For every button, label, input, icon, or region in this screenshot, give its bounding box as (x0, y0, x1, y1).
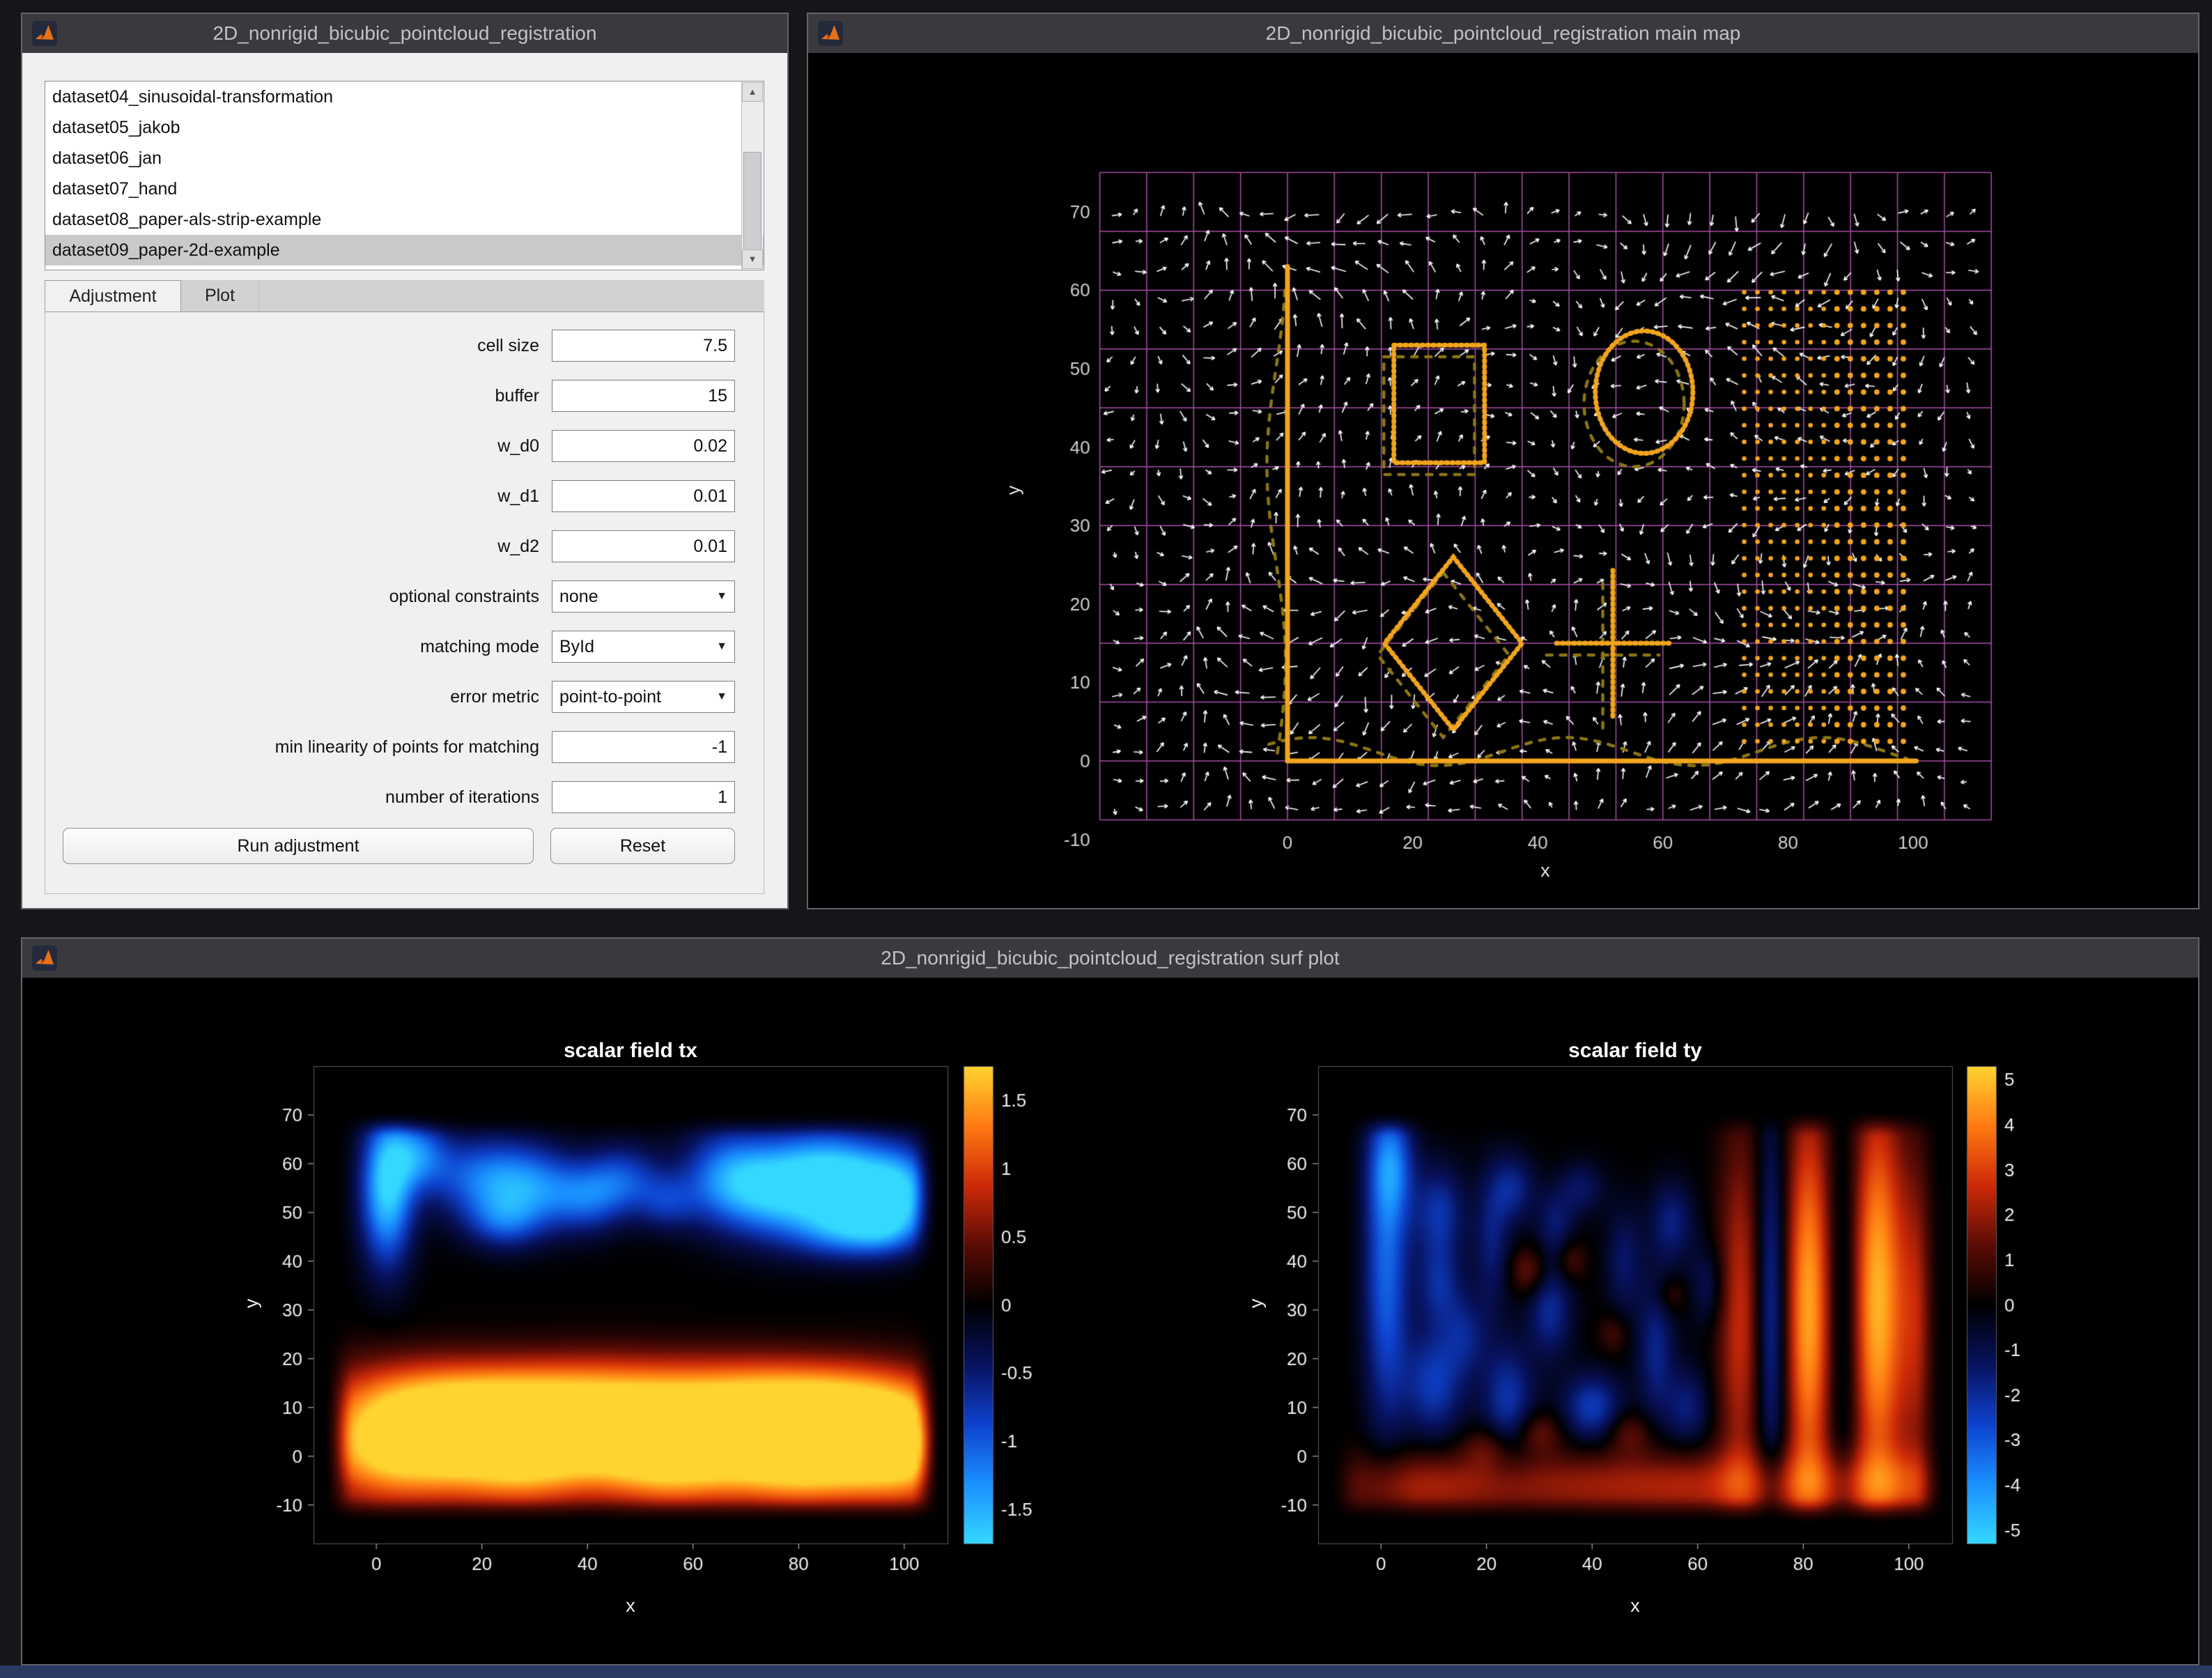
scrollbar-thumb[interactable] (743, 152, 761, 251)
cell-size-row: cell size (22, 330, 787, 362)
ty-plot-title: scalar field ty (1318, 1039, 1952, 1063)
chevron-down-icon: ▼ (716, 691, 727, 703)
w-d2-row: w_d2 (22, 530, 787, 562)
run-adjustment-button[interactable]: Run adjustment (63, 828, 534, 864)
optional-constraints-value: none (559, 587, 598, 607)
min-linearity-input[interactable] (552, 731, 735, 763)
min-linearity-row: min linearity of points for matching (22, 731, 787, 763)
surf-titlebar[interactable]: 2D_nonrigid_bicubic_pointcloud_registrat… (22, 939, 2198, 978)
ty-xlabel: x (1318, 1595, 1952, 1617)
matlab-icon (818, 21, 843, 46)
dataset-listbox: dataset04_sinusoidal-transformation data… (45, 81, 764, 270)
matching-mode-row: matching mode ById ▼ (22, 631, 787, 663)
main-map-plot[interactable] (808, 53, 2198, 908)
dataset-item[interactable]: dataset06_jan (45, 143, 764, 174)
scroll-up-icon: ▲ (748, 86, 757, 97)
optional-constraints-label: optional constraints (29, 580, 539, 613)
control-titlebar[interactable]: 2D_nonrigid_bicubic_pointcloud_registrat… (22, 14, 787, 53)
matching-mode-value: ById (559, 637, 594, 657)
dataset-item[interactable]: dataset07_hand (45, 174, 764, 204)
optional-constraints-select[interactable]: none ▼ (552, 580, 735, 613)
chevron-down-icon: ▼ (716, 590, 727, 603)
cell-size-input[interactable] (552, 330, 735, 362)
w-d1-input[interactable] (552, 480, 735, 512)
matching-mode-select[interactable]: ById ▼ (552, 631, 735, 663)
cell-size-label: cell size (29, 330, 539, 362)
w-d0-input[interactable] (552, 430, 735, 462)
control-window: 2D_nonrigid_bicubic_pointcloud_registrat… (21, 13, 789, 909)
control-content: dataset04_sinusoidal-transformation data… (22, 53, 787, 908)
error-metric-row: error metric point-to-point ▼ (22, 681, 787, 713)
dataset-item[interactable]: dataset04_sinusoidal-transformation (45, 82, 764, 112)
w-d2-input[interactable] (552, 530, 735, 562)
chevron-down-icon: ▼ (716, 640, 727, 653)
listbox-scrollbar[interactable]: ▲ ▼ (741, 82, 763, 269)
matlab-icon (32, 21, 57, 46)
error-metric-select[interactable]: point-to-point ▼ (552, 681, 735, 713)
map-window-title: 2D_nonrigid_bicubic_pointcloud_registrat… (808, 22, 2198, 45)
tx-plot-title: scalar field tx (314, 1039, 948, 1063)
scrollbar-down-button[interactable]: ▼ (742, 249, 763, 269)
num-iterations-label: number of iterations (29, 781, 539, 813)
dataset-item[interactable]: dataset05_jakob (45, 112, 764, 143)
min-linearity-label: min linearity of points for matching (29, 731, 539, 763)
optional-constraints-row: optional constraints none ▼ (22, 580, 787, 613)
map-window: 2D_nonrigid_bicubic_pointcloud_registrat… (807, 13, 2199, 909)
buffer-label: buffer (29, 380, 539, 412)
w-d1-label: w_d1 (29, 480, 539, 512)
tx-ylabel: y (240, 1299, 262, 1309)
dataset-item[interactable]: dataset08_paper-als-strip-example (45, 204, 764, 235)
map-ylabel: y (1003, 486, 1024, 495)
num-iterations-row: number of iterations (22, 781, 787, 813)
error-metric-label: error metric (29, 681, 539, 713)
buffer-row: buffer (22, 380, 787, 412)
buffer-input[interactable] (552, 380, 735, 412)
tab-strip: Adjustment Plot (45, 280, 764, 312)
w-d2-label: w_d2 (29, 530, 539, 562)
surf-content: scalar field tx scalar field ty x x y y (22, 978, 2198, 1664)
scrollbar-up-button[interactable]: ▲ (742, 82, 763, 102)
dataset-item-selected[interactable]: dataset09_paper-2d-example (45, 235, 764, 265)
num-iterations-input[interactable] (552, 781, 735, 813)
ty-ylabel: y (1245, 1299, 1267, 1309)
w-d1-row: w_d1 (22, 480, 787, 512)
scroll-down-icon: ▼ (748, 254, 757, 264)
map-titlebar[interactable]: 2D_nonrigid_bicubic_pointcloud_registrat… (808, 14, 2198, 53)
tab-plot[interactable]: Plot (181, 280, 259, 311)
matlab-icon (32, 946, 57, 971)
map-content: x y (808, 53, 2198, 908)
desktop: 2D_nonrigid_bicubic_pointcloud_registrat… (0, 0, 2212, 1678)
scalar-field-ty-plot[interactable] (1110, 978, 2198, 1664)
error-metric-value: point-to-point (559, 687, 661, 707)
taskbar-edge (0, 1665, 2212, 1678)
scalar-field-tx-plot[interactable] (22, 978, 1110, 1664)
reset-button[interactable]: Reset (550, 828, 735, 864)
surf-window-title: 2D_nonrigid_bicubic_pointcloud_registrat… (22, 947, 2198, 969)
map-xlabel: x (1441, 860, 1650, 882)
w-d0-label: w_d0 (29, 430, 539, 462)
control-window-title: 2D_nonrigid_bicubic_pointcloud_registrat… (22, 22, 787, 45)
surf-window: 2D_nonrigid_bicubic_pointcloud_registrat… (21, 937, 2199, 1665)
matching-mode-label: matching mode (29, 631, 539, 663)
tab-adjustment[interactable]: Adjustment (45, 280, 181, 311)
w-d0-row: w_d0 (22, 430, 787, 462)
tx-xlabel: x (314, 1595, 948, 1617)
